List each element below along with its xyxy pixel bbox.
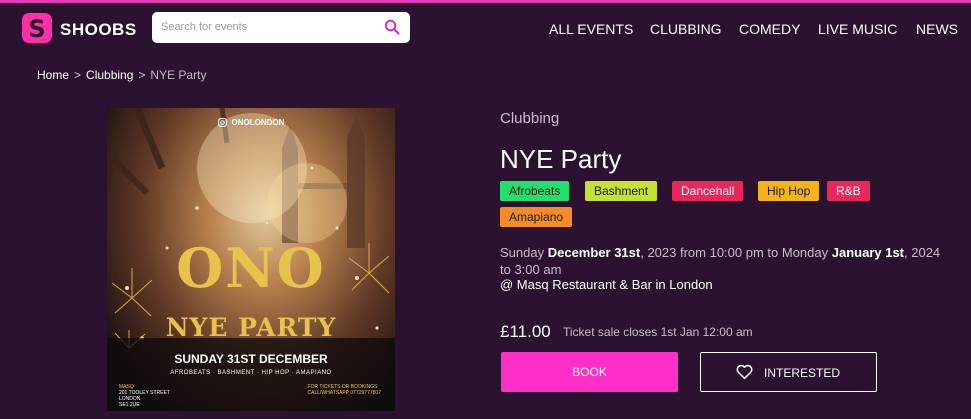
- poster-venue: MASQ 201 TOOLEY STREET LONDON SE1 2UE: [119, 384, 170, 408]
- breadcrumb-separator: >: [138, 68, 146, 82]
- start-date: December 31st: [547, 245, 641, 260]
- navbar: S SHOOBS Search for events ALL EVENTS CL…: [0, 3, 971, 53]
- nav-clubbing[interactable]: CLUBBING: [650, 21, 722, 37]
- poster-logo: ONO: [176, 236, 326, 300]
- genre-tag[interactable]: R&B: [827, 181, 870, 201]
- nav-news[interactable]: NEWS: [916, 21, 958, 37]
- event-datetime: Sunday December 31st, 2023 from 10:00 pm…: [500, 244, 945, 278]
- poster-venue-line: SE1 2UE: [119, 402, 140, 408]
- search-icon[interactable]: [384, 19, 400, 35]
- book-button[interactable]: BOOK: [501, 352, 678, 392]
- genre-tag[interactable]: Amapiano: [500, 207, 573, 227]
- search-input[interactable]: Search for events: [161, 21, 247, 33]
- nav-all-events[interactable]: ALL EVENTS: [549, 21, 633, 37]
- search-box[interactable]: Search for events: [152, 12, 410, 43]
- event-title: NYE Party: [500, 144, 622, 174]
- poster-genres: AFROBEATS · BASHMENT · HIP HOP · AMAPIAN…: [170, 370, 332, 376]
- end-date: January 1st: [831, 245, 905, 260]
- breadcrumb: Home > Clubbing > NYE Party: [37, 68, 206, 82]
- poster-headline: NYE PARTY: [165, 313, 337, 342]
- genre-tag[interactable]: Hip Hop: [758, 181, 820, 201]
- breadcrumb-current: NYE Party: [150, 68, 207, 82]
- poster-tickets: FOR TICKETS OR BOOKINGS CALL/WHATSAPP 07…: [308, 384, 381, 396]
- breadcrumb-clubbing[interactable]: Clubbing: [86, 68, 133, 82]
- interested-label: INTERESTED: [764, 366, 841, 380]
- heart-icon: [736, 364, 753, 380]
- start-time: , 2023 from 10:00 pm to: [640, 245, 779, 260]
- breadcrumb-separator: >: [74, 68, 82, 82]
- nav-live-music[interactable]: LIVE MUSIC: [818, 21, 897, 37]
- end-day: Monday: [781, 245, 829, 260]
- genre-tag[interactable]: Afrobeats: [500, 181, 570, 201]
- brand-name[interactable]: SHOOBS: [60, 20, 137, 40]
- ticket-price: £11.00: [500, 322, 551, 341]
- genre-tag[interactable]: Dancehall: [672, 181, 744, 201]
- genre-tag[interactable]: Bashment: [585, 181, 658, 201]
- poster-handle: ONOLONDON: [231, 118, 285, 127]
- event-poster: ONOLONDON ONO NYE PARTY SUNDAY 31ST DECE…: [107, 108, 395, 411]
- nav-comedy[interactable]: COMEDY: [739, 21, 800, 37]
- start-day: Sunday: [500, 245, 545, 260]
- shoobs-logo-icon[interactable]: S: [22, 13, 52, 43]
- sale-note: Ticket sale closes 1st Jan 12:00 am: [563, 325, 753, 339]
- logo-letter: S: [28, 15, 46, 43]
- interested-button[interactable]: INTERESTED: [700, 352, 877, 392]
- breadcrumb-home[interactable]: Home: [37, 68, 69, 82]
- event-category[interactable]: Clubbing: [500, 110, 559, 127]
- poster-ticket-line: CALL/WHATSAPP 07729777807: [307, 390, 381, 396]
- poster-date: SUNDAY 31ST DECEMBER: [174, 352, 328, 366]
- event-venue[interactable]: @ Masq Restaurant & Bar in London: [500, 277, 713, 292]
